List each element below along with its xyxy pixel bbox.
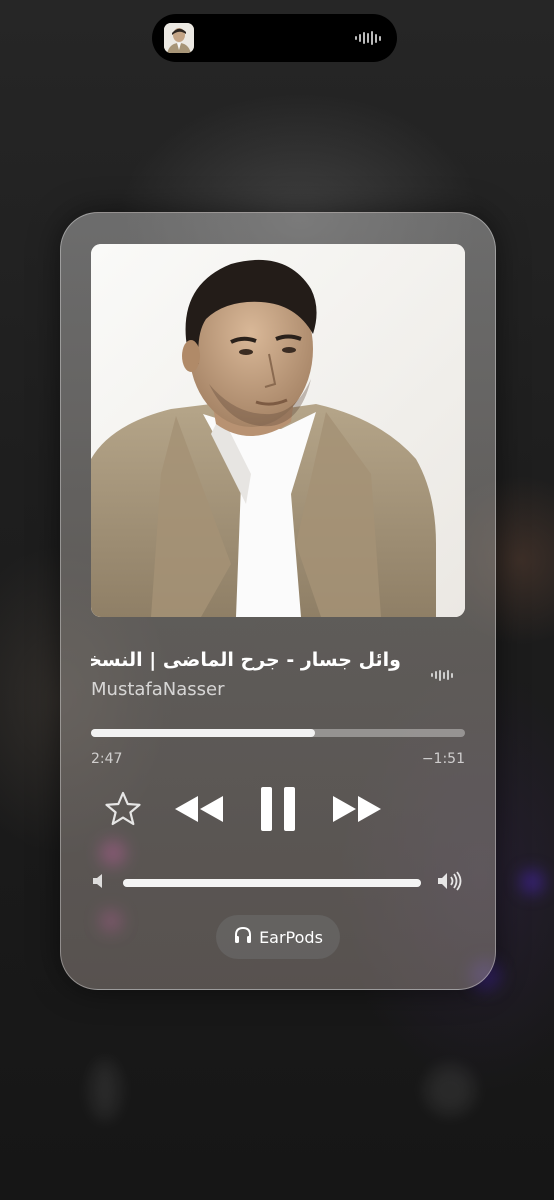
- playback-scrubber[interactable]: [91, 729, 465, 737]
- volume-level-fill: [123, 879, 421, 887]
- headphones-icon: [233, 925, 253, 949]
- pause-icon: [259, 785, 297, 837]
- blurred-light: [425, 1065, 475, 1115]
- pause-button[interactable]: [253, 783, 303, 839]
- volume-slider[interactable]: [123, 879, 421, 887]
- fast-forward-icon: [331, 794, 383, 828]
- rewind-button[interactable]: [171, 789, 227, 833]
- album-thumbnail: [164, 23, 194, 53]
- track-artist[interactable]: MustafaNasser: [91, 679, 225, 700]
- waveform-icon: [355, 31, 381, 45]
- favorite-button[interactable]: [101, 789, 145, 833]
- dynamic-island[interactable]: [152, 14, 397, 62]
- remaining-time: −1:51: [421, 751, 465, 767]
- elapsed-time: 2:47: [91, 751, 123, 767]
- volume-down-indicator: [89, 873, 109, 893]
- speaker-high-icon: [436, 871, 464, 895]
- star-icon: [104, 791, 142, 831]
- album-artwork[interactable]: [91, 244, 465, 617]
- blurred-light: [90, 1060, 120, 1120]
- waveform-icon: [431, 669, 453, 681]
- fast-forward-button[interactable]: [329, 789, 385, 833]
- volume-up-indicator: [435, 871, 465, 895]
- audio-route-button[interactable]: EarPods: [216, 915, 340, 959]
- playback-progress-fill: [91, 729, 316, 737]
- blurred-light: [520, 870, 544, 894]
- track-title: وائل جسار - جرح الماضى | النسخة الاصلية: [91, 649, 401, 671]
- rewind-icon: [173, 794, 225, 828]
- now-playing-card: وائل جسار - جرح الماضى | النسخة الاصلية …: [60, 212, 496, 990]
- audio-route-label: EarPods: [259, 927, 323, 947]
- speaker-low-icon: [91, 873, 107, 893]
